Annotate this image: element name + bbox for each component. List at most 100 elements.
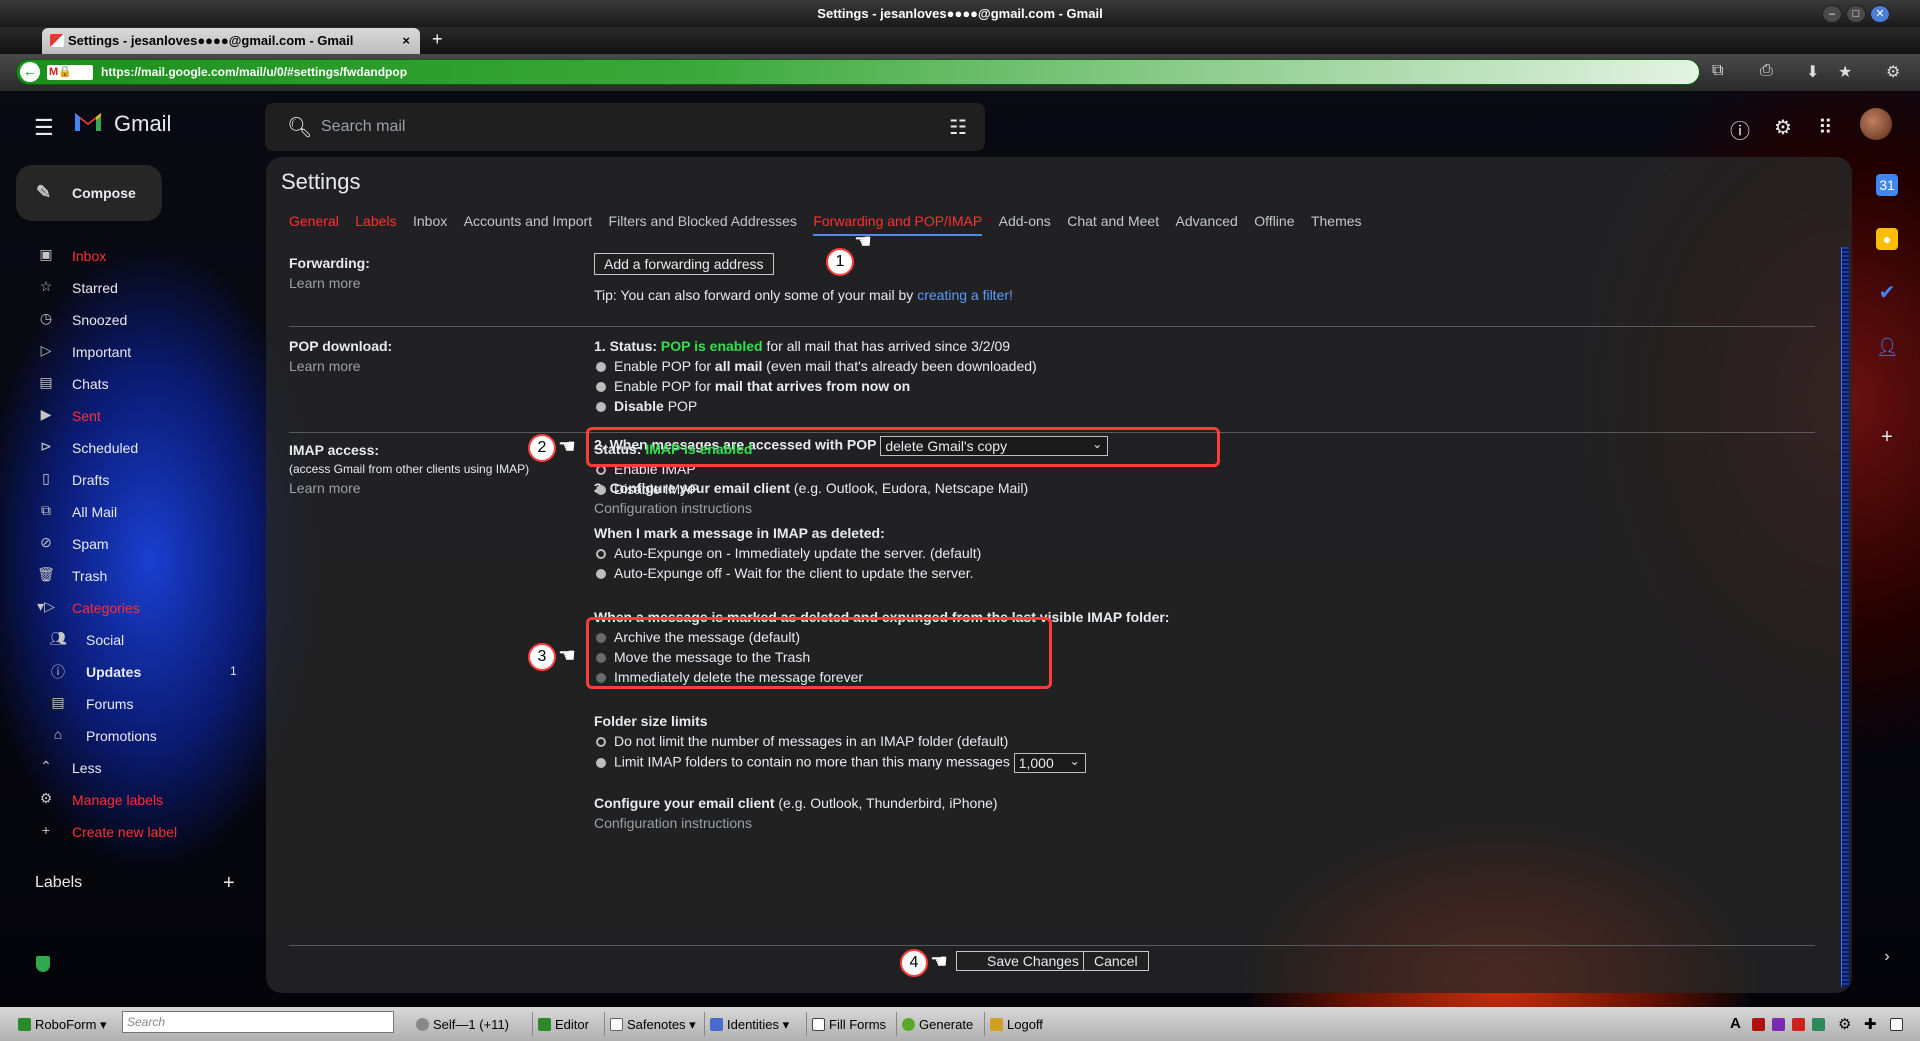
contacts-icon[interactable]: 👤︎ <box>1876 336 1899 358</box>
download-icon[interactable]: ⬇ <box>1806 62 1819 82</box>
pop-learn-more[interactable]: Learn more <box>289 358 392 374</box>
pop-option-disable[interactable]: Disable POP <box>594 398 1108 418</box>
roboform-menu[interactable]: RoboForm ▾ <box>18 1012 107 1036</box>
print-icon[interactable]: ⎙ <box>1760 62 1773 80</box>
browser-menu-icon[interactable]: ⚙ <box>1886 62 1900 82</box>
folder-limit-select[interactable]: 1,000 ⌄ <box>1013 753 1086 773</box>
tab-inbox[interactable]: Inbox <box>413 213 447 229</box>
apps-grid-icon[interactable]: ⠿ <box>1818 115 1833 140</box>
nav-item-create-label[interactable]: + Create new label <box>0 816 262 848</box>
extension-v-icon[interactable] <box>1772 1012 1789 1036</box>
nav-item-scheduled[interactable]: ⊳ Scheduled <box>0 432 262 464</box>
calendar-icon[interactable]: 31 <box>1876 174 1898 196</box>
shield-icon[interactable] <box>36 956 50 972</box>
radio-button[interactable] <box>596 549 606 559</box>
radio-button[interactable] <box>596 569 606 579</box>
nav-item-spam[interactable]: ⊘ Spam <box>0 528 262 560</box>
roboform-editor-button[interactable]: Editor <box>538 1012 589 1036</box>
settings-gear-icon[interactable]: ⚙ <box>1774 115 1792 140</box>
roboform-self-identity[interactable]: Self—1 (+11) <box>416 1012 509 1036</box>
auto-expunge-on-option[interactable]: Auto-Expunge on - Immediately update the… <box>594 545 1169 565</box>
nav-item-inbox[interactable]: ▣ Inbox <box>0 240 262 272</box>
new-tab-button[interactable]: + <box>432 29 443 50</box>
tab-accounts[interactable]: Accounts and Import <box>464 213 592 229</box>
nav-item-important[interactable]: ▷ Important <box>0 336 262 368</box>
roboform-search-input[interactable]: Search <box>122 1011 394 1033</box>
tab-forwarding-pop-imap[interactable]: Forwarding and POP/IMAP <box>813 213 983 236</box>
close-window-icon[interactable]: ✕ <box>1870 5 1890 23</box>
site-identity-icon[interactable]: M🔒 <box>47 65 93 80</box>
tab-themes[interactable]: Themes <box>1311 213 1362 229</box>
tab-offline[interactable]: Offline <box>1254 213 1294 229</box>
nav-item-promotions[interactable]: ⌂ Promotions <box>0 720 262 752</box>
main-menu-icon[interactable]: ☰ <box>34 115 54 141</box>
tasks-icon[interactable]: ✔ <box>1876 282 1898 304</box>
radio-button[interactable] <box>596 402 606 412</box>
tab-add-ons[interactable]: Add-ons <box>999 213 1051 229</box>
search-input[interactable]: Search mail <box>321 118 405 136</box>
nav-item-updates[interactable]: ⓘ Updates 1 <box>0 656 262 688</box>
settings-scrollbar[interactable] <box>1841 247 1849 987</box>
roboform-fill-forms-button[interactable]: Fill Forms <box>812 1012 886 1036</box>
ublock-icon[interactable] <box>1752 1012 1769 1036</box>
search-bar[interactable]: 🔍︎ Search mail ☷ <box>265 103 985 151</box>
expand-panel-icon[interactable]: › <box>1876 946 1898 968</box>
radio-button[interactable] <box>596 362 606 372</box>
cancel-button[interactable]: Cancel <box>1083 951 1149 971</box>
no-limit-option[interactable]: Do not limit the number of messages in a… <box>594 733 1169 753</box>
settings-gear-icon[interactable]: ⚙ <box>1838 1012 1851 1036</box>
tab-close-icon[interactable]: × <box>402 33 410 48</box>
radio-button[interactable] <box>596 737 606 747</box>
browser-tab[interactable]: Settings - jesanloves●●●●@gmail.com - Gm… <box>42 28 420 54</box>
auto-expunge-off-option[interactable]: Auto-Expunge off - Wait for the client t… <box>594 565 1169 585</box>
radio-button[interactable] <box>596 757 606 768</box>
tab-labels[interactable]: Labels <box>355 213 396 229</box>
imap-learn-more[interactable]: Learn more <box>289 480 529 496</box>
get-addons-icon[interactable]: + <box>1876 426 1898 448</box>
nav-item-all-mail[interactable]: ⧉ All Mail <box>0 496 262 528</box>
address-bar[interactable]: ← M🔒 https://mail.google.com/mail/u/0/#s… <box>16 59 1700 85</box>
imap-config-instructions-link[interactable]: Configuration instructions <box>594 815 1169 835</box>
create-filter-link[interactable]: creating a filter! <box>917 287 1013 303</box>
roboform-identities-button[interactable]: Identities ▾ <box>710 1012 789 1036</box>
nav-item-manage-labels[interactable]: ⚙ Manage labels <box>0 784 262 816</box>
tab-filters[interactable]: Filters and Blocked Addresses <box>609 213 797 229</box>
account-avatar[interactable] <box>1860 108 1892 140</box>
add-forwarding-address-button[interactable]: Add a forwarding address <box>594 253 774 275</box>
search-options-icon[interactable]: ☷ <box>949 115 967 140</box>
puzzle-icon[interactable]: ✚ <box>1864 1012 1877 1036</box>
nav-item-snoozed[interactable]: ◷ Snoozed <box>0 304 262 336</box>
font-icon[interactable]: A <box>1730 1012 1741 1036</box>
limit-option[interactable]: Limit IMAP folders to contain no more th… <box>594 753 1169 775</box>
forwarding-learn-more[interactable]: Learn more <box>289 275 370 291</box>
tab-general[interactable]: General <box>289 213 339 229</box>
radio-button[interactable] <box>596 485 606 495</box>
add-label-icon[interactable]: + <box>223 872 235 895</box>
radio-button[interactable] <box>596 382 606 392</box>
imap-disable-option[interactable]: Disable IMAP <box>594 481 1169 501</box>
maximize-icon[interactable]: □ <box>1846 5 1866 23</box>
nav-item-trash[interactable]: 🗑︎ Trash <box>0 560 262 592</box>
keep-icon[interactable]: ● <box>1876 228 1898 250</box>
nav-item-less[interactable]: ⌃ Less <box>0 752 262 784</box>
tab-chat-meet[interactable]: Chat and Meet <box>1067 213 1159 229</box>
save-changes-button[interactable]: Save Changes <box>956 951 1088 971</box>
search-icon[interactable]: 🔍︎ <box>287 115 312 140</box>
pop-option-all-mail[interactable]: Enable POP for all mail (even mail that'… <box>594 358 1108 378</box>
extension-icon[interactable]: ⧉ <box>1712 62 1723 80</box>
nav-item-starred[interactable]: ☆ Starred <box>0 272 262 304</box>
nav-item-categories[interactable]: ▾▷ Categories <box>0 592 262 624</box>
roboform-generate-button[interactable]: Generate <box>902 1012 973 1036</box>
extension-s-icon[interactable] <box>1812 1012 1829 1036</box>
extension-notify-icon[interactable] <box>1792 1012 1809 1036</box>
roboform-logoff-button[interactable]: Logoff <box>990 1012 1043 1036</box>
nav-item-social[interactable]: 👥︎ Social <box>0 624 262 656</box>
tab-advanced[interactable]: Advanced <box>1176 213 1238 229</box>
window-icon[interactable] <box>1890 1012 1907 1036</box>
pop-option-from-now[interactable]: Enable POP for mail that arrives from no… <box>594 378 1108 398</box>
nav-item-chats[interactable]: ▤ Chats <box>0 368 262 400</box>
nav-item-sent[interactable]: ▶ Sent <box>0 400 262 432</box>
nav-item-forums[interactable]: ▤ Forums <box>0 688 262 720</box>
minimize-icon[interactable]: – <box>1822 5 1842 23</box>
compose-button[interactable]: ✎ Compose <box>16 165 162 221</box>
